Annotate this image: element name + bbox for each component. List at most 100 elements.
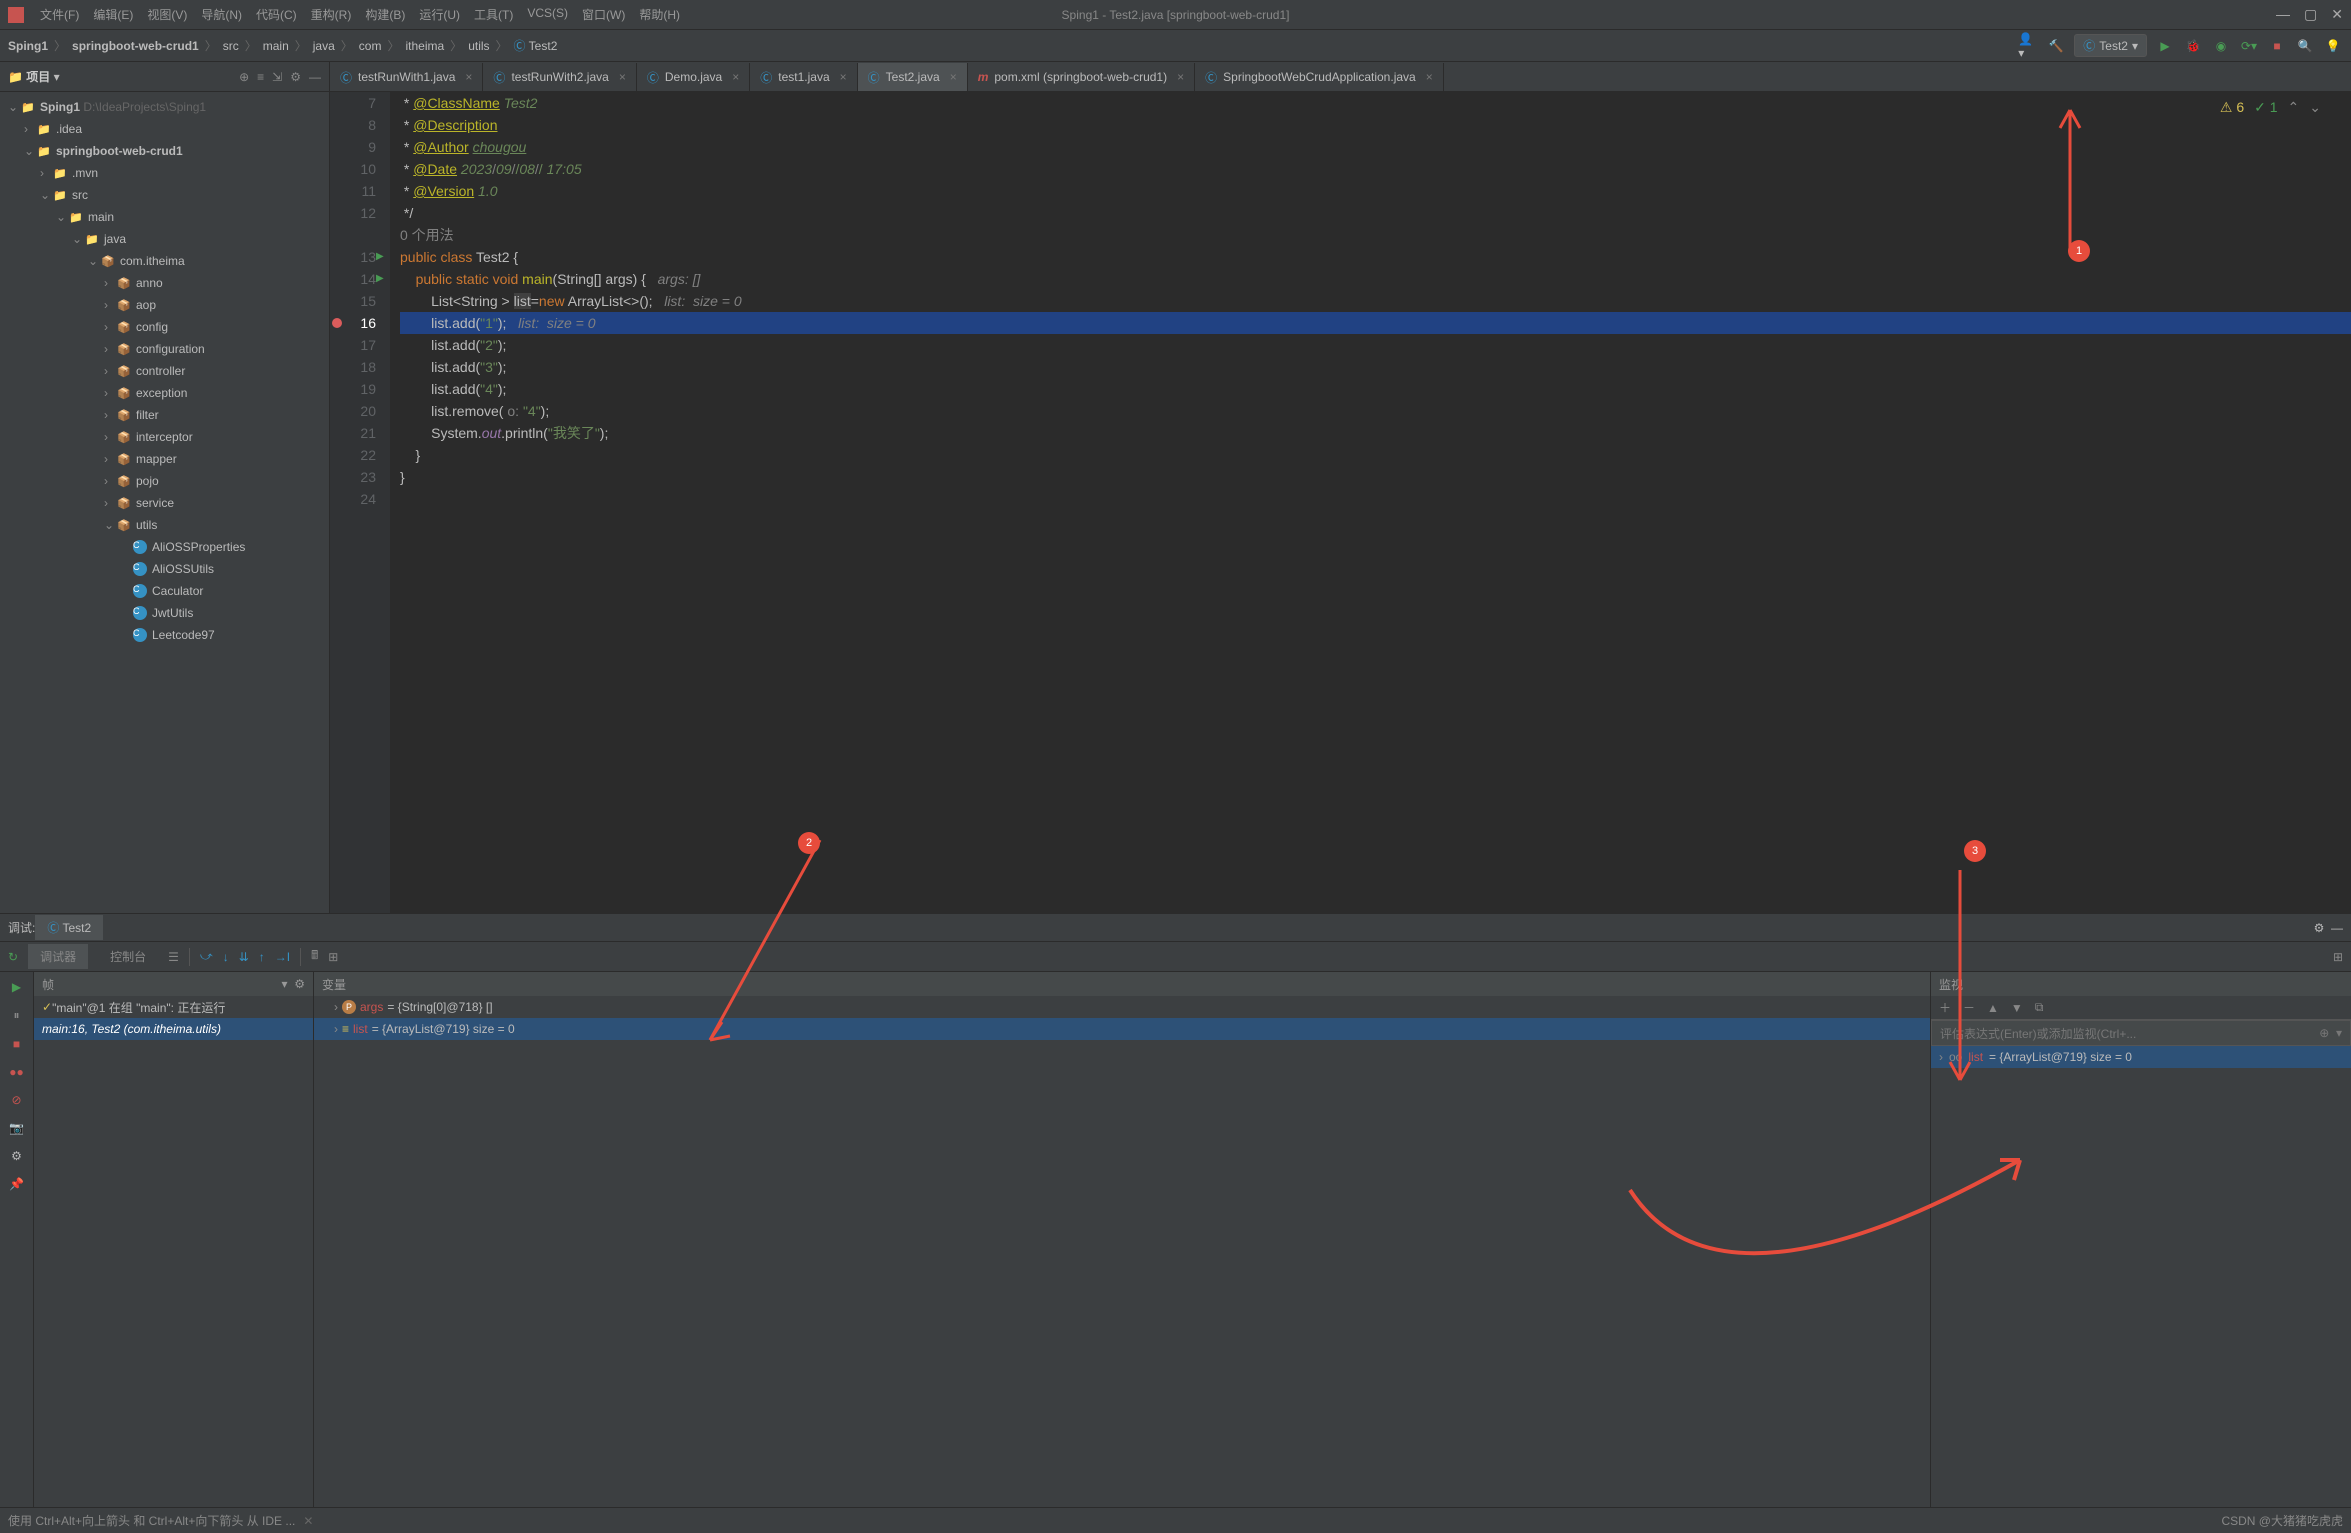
search-icon[interactable]: 🔍 (2295, 36, 2315, 56)
layout-icon[interactable]: ⊞ (2333, 950, 2343, 964)
tree-node[interactable]: ⌄📁springboot-web-crud1 (0, 140, 329, 162)
close-tab-icon[interactable]: × (950, 70, 957, 84)
mute-bp-icon[interactable]: ⊘ (11, 1093, 21, 1107)
close-tab-icon[interactable]: × (1177, 70, 1184, 84)
inspections[interactable]: ⚠ 6 ✓ 1 ⌃ ⌄ (2220, 96, 2321, 118)
tree-node[interactable]: CAliOSSProperties (0, 536, 329, 558)
step-into-icon[interactable]: ↓ (223, 950, 229, 964)
watch-input[interactable]: 评估表达式(Enter)或添加监视(Ctrl+... ⊕ ▾ (1931, 1020, 2351, 1046)
tree-node[interactable]: ›📦exception (0, 382, 329, 404)
gear-icon[interactable]: ⚙ (290, 70, 301, 84)
debug-side-icons[interactable]: ▶ ⏸ ■ ●● ⊘ 📷 ⚙ 📌 (0, 972, 34, 1533)
stop-debug-icon[interactable]: ■ (13, 1037, 20, 1051)
profile-icon[interactable]: ⟳▾ (2239, 36, 2259, 56)
editor-tab[interactable]: Ⓒ testRunWith2.java× (483, 63, 636, 91)
breadcrumb-item[interactable]: Sping1 (8, 39, 48, 53)
tree-node[interactable]: ⌄📁main (0, 206, 329, 228)
coverage-icon[interactable]: ◉ (2211, 36, 2231, 56)
breadcrumb-item[interactable]: com (359, 39, 382, 53)
rerun-icon[interactable]: ↻ (8, 950, 18, 964)
remove-watch-icon[interactable]: － (1963, 999, 1975, 1016)
project-tree[interactable]: ⌄📁 Sping1 D:\IdeaProjects\Sping1 ›📁.idea… (0, 92, 329, 913)
tree-node[interactable]: ›📦pojo (0, 470, 329, 492)
collapse-icon[interactable]: ≡ (257, 70, 264, 84)
window-controls[interactable]: — ▢ ✕ (2276, 6, 2343, 23)
gutter[interactable]: 78910111213▶14▶15161718192021222324 (330, 92, 390, 913)
target-icon[interactable]: ⊕ (239, 70, 249, 84)
breadcrumb[interactable]: Sping1〉springboot-web-crud1〉src〉main〉jav… (8, 37, 557, 54)
debug-tab-test2[interactable]: Ⓒ Test2 (35, 915, 103, 940)
breadcrumb-item[interactable]: main (263, 39, 289, 53)
hammer-icon[interactable]: 🔨 (2046, 36, 2066, 56)
debug-toolbar[interactable]: ↻ 调试器 控制台 ☰ ⤻ ↓ ⇊ ↑ →I 🖩 ⊞ ⊞ (0, 942, 2351, 972)
tree-node[interactable]: ›📦config (0, 316, 329, 338)
close-tab-icon[interactable]: × (465, 70, 472, 84)
stop-icon[interactable]: ■ (2267, 36, 2287, 56)
debug-gear-icon[interactable]: ⚙ (2314, 921, 2325, 935)
menu-item[interactable]: 导航(N) (195, 6, 248, 23)
tree-node[interactable]: ⌄📁src (0, 184, 329, 206)
tree-node[interactable]: ›📦configuration (0, 338, 329, 360)
tree-node[interactable]: ›📦interceptor (0, 426, 329, 448)
console-tab[interactable]: 控制台 (98, 944, 158, 969)
editor-tab[interactable]: Ⓒ Demo.java× (637, 63, 750, 91)
expand-icon[interactable]: ⇲ (272, 70, 282, 84)
chevron-down-icon[interactable]: ⌄ (2309, 96, 2321, 118)
step-out-icon[interactable]: ↑ (259, 950, 265, 964)
snapshot-icon[interactable]: 📷 (9, 1121, 24, 1135)
tree-node[interactable]: ›📁.idea (0, 118, 329, 140)
tree-node[interactable]: ›📦controller (0, 360, 329, 382)
close-icon[interactable]: ✕ (2331, 6, 2343, 23)
code[interactable]: * @ClassName Test2 * @Description * @Aut… (390, 92, 2351, 913)
tree-node[interactable]: ⌄📦utils (0, 514, 329, 536)
pause-icon[interactable]: ⏸ (13, 1008, 19, 1023)
resume-icon[interactable]: ▶ (12, 980, 21, 994)
run-config-selector[interactable]: Ⓒ Test2 ▾ (2074, 34, 2147, 57)
close-tab-icon[interactable]: × (840, 70, 847, 84)
pin-icon[interactable]: 📌 (9, 1177, 24, 1191)
close-tab-icon[interactable]: × (1426, 70, 1433, 84)
tree-node[interactable]: ›📦aop (0, 294, 329, 316)
threads-icon[interactable]: ☰ (168, 950, 179, 964)
close-tab-icon[interactable]: × (732, 70, 739, 84)
tree-node[interactable]: CCaculator (0, 580, 329, 602)
menu-item[interactable]: 文件(F) (34, 6, 85, 23)
watch-toolbar[interactable]: ＋ － ▲ ▼ ⧉ (1931, 996, 2351, 1020)
force-step-icon[interactable]: ⇊ (239, 950, 249, 964)
watch-down-icon[interactable]: ▼ (2011, 1001, 2023, 1015)
run-to-cursor-icon[interactable]: →I (275, 950, 290, 964)
tree-root[interactable]: ⌄📁 Sping1 D:\IdeaProjects\Sping1 (0, 96, 329, 118)
debug-hide-icon[interactable]: — (2324, 921, 2343, 935)
editor-tab[interactable]: Ⓒ SpringbootWebCrudApplication.java× (1195, 63, 1444, 91)
tree-node[interactable]: ⌄📁java (0, 228, 329, 250)
maximize-icon[interactable]: ▢ (2304, 6, 2317, 23)
breadcrumb-item[interactable]: itheima (405, 39, 444, 53)
debugger-tab[interactable]: 调试器 (28, 944, 88, 969)
tree-node[interactable]: ›📦anno (0, 272, 329, 294)
editor-tab[interactable]: Ⓒ test1.java× (750, 63, 857, 91)
settings-icon[interactable]: ⚙ (11, 1149, 22, 1163)
editor-tab[interactable]: m pom.xml (springboot-web-crud1)× (968, 63, 1195, 91)
tree-node[interactable]: ›📦mapper (0, 448, 329, 470)
tree-node[interactable]: ⌄📦com.itheima (0, 250, 329, 272)
breadcrumb-item[interactable]: utils (468, 39, 489, 53)
var-row[interactable]: › ≡ list = {ArrayList@719} size = 0 (314, 1018, 1930, 1040)
minimize-icon[interactable]: — (2276, 6, 2290, 23)
editor-tab[interactable]: Ⓒ testRunWith1.java× (330, 63, 483, 91)
add-watch-icon[interactable]: ＋ (1939, 999, 1951, 1016)
menu-item[interactable]: 代码(C) (250, 6, 303, 23)
copy-watch-icon[interactable]: ⧉ (2035, 1000, 2044, 1015)
menu-item[interactable]: 构建(B) (359, 6, 411, 23)
frame-row[interactable]: main:16, Test2 (com.itheima.utils) (34, 1018, 313, 1040)
ok-badge[interactable]: ✓ 1 (2254, 96, 2277, 118)
evaluate-icon[interactable]: 🖩 (311, 946, 318, 967)
warning-badge[interactable]: ⚠ 6 (2220, 96, 2244, 118)
trace-icon[interactable]: ⊞ (328, 950, 338, 964)
menu-item[interactable]: 重构(R) (305, 6, 358, 23)
editor-tab[interactable]: Ⓒ Test2.java× (858, 63, 968, 91)
watch-row[interactable]: › oo list = {ArrayList@719} size = 0 (1931, 1046, 2351, 1068)
breakpoints-icon[interactable]: ●● (9, 1065, 24, 1079)
tree-node[interactable]: CAliOSSUtils (0, 558, 329, 580)
menu-item[interactable]: 帮助(H) (633, 6, 686, 23)
breadcrumb-item[interactable]: src (223, 39, 239, 53)
